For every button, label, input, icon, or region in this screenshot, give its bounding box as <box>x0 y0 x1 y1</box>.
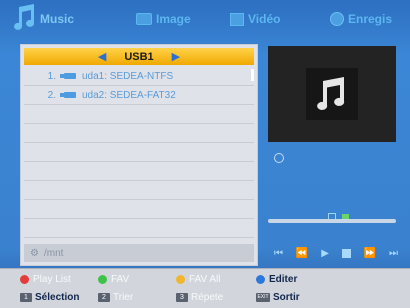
play-icon[interactable]: ▶ <box>321 248 329 259</box>
item-name: uda2: SEDEA-FAT32 <box>82 89 176 101</box>
list-item-empty <box>24 219 254 238</box>
stop-icon[interactable] <box>341 248 351 258</box>
red-key-icon <box>20 275 29 284</box>
device-label: USB1 <box>124 50 154 63</box>
preview-box <box>268 46 396 142</box>
legend-trier[interactable]: 2 Trier <box>98 292 133 303</box>
progress-bar[interactable] <box>268 219 396 223</box>
legend-selection[interactable]: 1 Sélection <box>20 292 79 303</box>
playback-controls: ⏮ ⏪ ▶ ⏩ ⏭ <box>274 246 398 260</box>
legend-fav[interactable]: FAV <box>98 274 129 285</box>
item-name: uda1: SEDEA-NTFS <box>82 70 174 82</box>
list-item-empty <box>24 200 254 219</box>
tab-record[interactable]: Enregis <box>330 8 392 30</box>
usb-icon <box>60 73 76 79</box>
key-2-icon: 2 <box>98 293 110 302</box>
arrow-right-icon[interactable]: ▶ <box>172 50 180 63</box>
legend-fav-all[interactable]: FAV All <box>176 274 221 285</box>
gear-icon: ⚙ <box>30 247 39 259</box>
music-note-icon <box>14 4 35 30</box>
legend-fav-all-label: FAV All <box>189 274 221 285</box>
legend-trier-label: Trier <box>113 292 134 303</box>
tab-video[interactable]: Vidéo <box>230 8 280 30</box>
key-3-icon: 3 <box>176 293 188 302</box>
tab-music[interactable]: Music <box>40 8 74 30</box>
skip-back-icon[interactable]: ⏮ <box>274 248 283 259</box>
legend-repete[interactable]: 3 Répete <box>176 292 223 303</box>
yellow-key-icon <box>176 275 185 284</box>
preview-art <box>306 68 358 120</box>
media-player-screen: Music Image Vidéo Enregis ◀ USB1 ▶ 1. ud… <box>0 0 410 308</box>
arrow-left-icon[interactable]: ◀ <box>98 50 106 63</box>
legend-selection-label: Sélection <box>35 292 80 303</box>
list-item-empty <box>24 143 254 162</box>
list-item-empty <box>24 124 254 143</box>
tab-music-label: Music <box>40 12 75 26</box>
legend-editer[interactable]: Editer <box>256 274 297 285</box>
legend-repete-label: Répete <box>191 292 224 303</box>
rewind-icon[interactable]: ⏪ <box>296 248 308 259</box>
exit-key-icon: EXIT <box>256 293 270 302</box>
legend-editer-label: Editer <box>269 274 298 285</box>
video-icon <box>230 12 244 26</box>
legend-play-list-label: Play List <box>33 274 71 285</box>
list-item-empty <box>24 162 254 181</box>
path-text: /mnt <box>43 247 64 259</box>
usb-icon <box>60 92 76 98</box>
tab-image-label: Image <box>156 12 191 26</box>
blue-key-icon <box>256 275 265 284</box>
key-1-icon: 1 <box>20 293 32 302</box>
tab-record-label: Enregis <box>348 12 393 26</box>
list-item[interactable]: 1. uda1: SEDEA-NTFS <box>24 67 254 86</box>
item-index: 1. <box>47 70 56 82</box>
fast-forward-icon[interactable]: ⏩ <box>364 248 376 259</box>
current-path: ⚙ /mnt <box>24 244 254 262</box>
list-item[interactable]: 2. uda2: SEDEA-FAT32 <box>24 86 254 105</box>
image-icon <box>136 13 152 25</box>
music-note-icon <box>317 77 345 110</box>
tab-video-label: Vidéo <box>248 12 281 26</box>
skip-forward-icon[interactable]: ⏭ <box>389 248 398 259</box>
file-list-panel: ◀ USB1 ▶ 1. uda1: SEDEA-NTFS 2. uda2: SE… <box>20 44 258 266</box>
legend-sortir[interactable]: EXIT Sortir <box>256 292 300 303</box>
green-key-icon <box>98 275 107 284</box>
info-icon <box>274 153 284 163</box>
record-icon <box>330 12 344 26</box>
tab-image[interactable]: Image <box>136 8 191 30</box>
list-item-empty <box>24 181 254 200</box>
legend-play-list[interactable]: Play List <box>20 274 71 285</box>
file-list: 1. uda1: SEDEA-NTFS 2. uda2: SEDEA-FAT32 <box>24 67 254 257</box>
list-item-empty <box>24 105 254 124</box>
media-tabs: Music Image Vidéo Enregis <box>0 0 410 40</box>
legend-sortir-label: Sortir <box>273 292 300 303</box>
legend-fav-label: FAV <box>111 274 130 285</box>
key-legend: Play List FAV FAV All Editer 1 Sélection… <box>0 268 410 308</box>
device-selector[interactable]: ◀ USB1 ▶ <box>24 48 254 65</box>
item-index: 2. <box>47 89 56 101</box>
